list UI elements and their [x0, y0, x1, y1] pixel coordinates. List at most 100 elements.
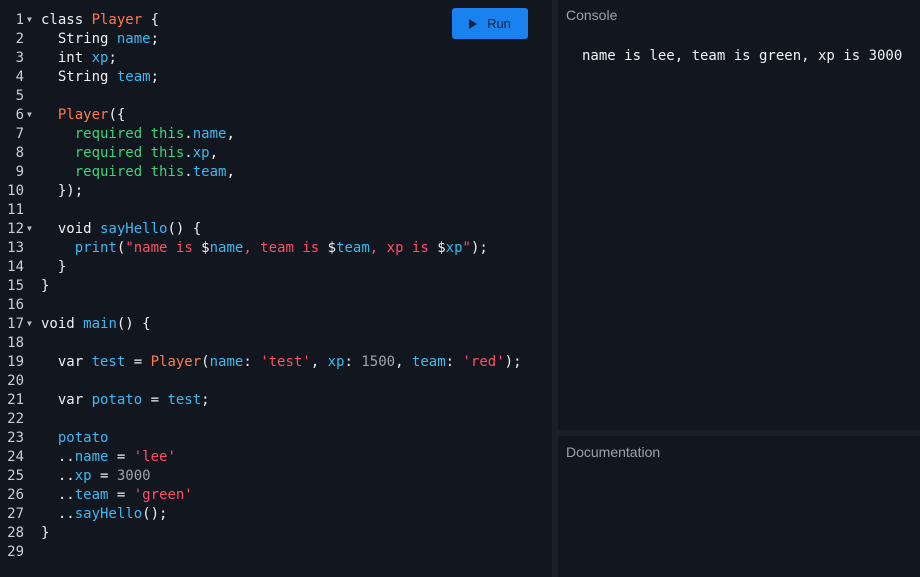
code-line[interactable]: 5	[0, 87, 552, 106]
code-line[interactable]: 18	[0, 334, 552, 353]
code-text: class Player {	[41, 11, 159, 30]
code-line[interactable]: 24 ..name = 'lee'	[0, 448, 552, 467]
code-line[interactable]: 15}	[0, 277, 552, 296]
code-text: }	[41, 524, 49, 543]
code-line[interactable]: 3 int xp;	[0, 49, 552, 68]
code-token: , team is	[243, 240, 328, 256]
code-line[interactable]: 11	[0, 201, 552, 220]
code-token: ..	[41, 468, 75, 484]
code-text: void sayHello() {	[41, 220, 201, 239]
code-text: var potato = test;	[41, 391, 210, 410]
line-number: 21	[7, 392, 24, 408]
code-line[interactable]: 4 String team;	[0, 68, 552, 87]
code-token: ;	[108, 50, 117, 66]
code-line[interactable]: 26 ..team = 'green'	[0, 486, 552, 505]
code-token: {	[142, 12, 160, 28]
code-line[interactable]: 6 ▼ Player({	[0, 106, 552, 125]
line-number: 1	[15, 12, 24, 28]
code-line[interactable]: 28}	[0, 524, 552, 543]
code-token: test	[91, 354, 126, 370]
code-token: main	[83, 316, 117, 332]
code-line[interactable]: 29	[0, 543, 552, 562]
code-token: =	[125, 354, 151, 370]
line-number: 16	[7, 297, 24, 313]
code-token: :	[344, 354, 362, 370]
code-line[interactable]: 20	[0, 372, 552, 391]
code-text: }	[41, 277, 49, 296]
code-token: ({	[108, 107, 126, 123]
fold-arrow-icon[interactable]: ▼	[27, 220, 32, 237]
code-token: (	[201, 354, 210, 370]
code-text: required this.name,	[41, 125, 235, 144]
fold-arrow-icon[interactable]: ▼	[27, 315, 32, 332]
code-token: ;	[150, 31, 160, 47]
code-token: .	[184, 126, 193, 142]
code-editor[interactable]: 1 ▼ class Player {2 String name; 3 int xp; 4…	[0, 0, 552, 577]
code-line[interactable]: 19 var test = Player(name: 'test', xp: 1…	[0, 353, 552, 372]
code-token: :	[243, 354, 261, 370]
code-token: }	[41, 259, 67, 275]
line-number: 5	[15, 88, 24, 104]
code-token: var	[41, 354, 92, 370]
line-number: 14	[7, 259, 24, 275]
code-token: ();	[142, 506, 168, 522]
code-line[interactable]: 8 required this.xp,	[0, 144, 552, 163]
fold-arrow-icon[interactable]: ▼	[27, 11, 32, 28]
line-number: 22	[7, 411, 24, 427]
code-token: =	[108, 449, 134, 465]
code-token: team	[192, 164, 227, 180]
code-token: team	[74, 487, 109, 503]
code-token: print	[74, 240, 117, 256]
code-token: required this	[74, 164, 185, 180]
code-line[interactable]: 9 required this.team,	[0, 163, 552, 182]
code-text: String name;	[41, 30, 159, 49]
code-line[interactable]: 12 ▼ void sayHello() {	[0, 220, 552, 239]
line-number: 17	[7, 316, 24, 332]
code-line[interactable]: 21 var potato = test;	[0, 391, 552, 410]
code-token: 'lee'	[133, 449, 176, 465]
code-token: :	[445, 354, 463, 370]
code-line[interactable]: 25 ..xp = 3000	[0, 467, 552, 486]
code-text: Player({	[41, 106, 125, 125]
code-token: ,	[395, 354, 412, 370]
console-panel: Console name is lee, team is green, xp i…	[558, 0, 920, 430]
code-text: ..sayHello();	[41, 505, 168, 524]
code-line[interactable]: 16	[0, 296, 552, 315]
code-line[interactable]: 7 required this.name,	[0, 125, 552, 144]
code-token: ,	[226, 164, 235, 180]
code-line[interactable]: 27 ..sayHello();	[0, 505, 552, 524]
code-token: name	[116, 31, 151, 47]
code-token: =	[142, 392, 168, 408]
code-token: , xp is	[369, 240, 438, 256]
line-number: 9	[15, 164, 24, 180]
line-number: 20	[7, 373, 24, 389]
code-line[interactable]: 22	[0, 410, 552, 429]
code-token: Player	[150, 354, 202, 370]
code-text: ..team = 'green'	[41, 486, 193, 505]
code-text: ..name = 'lee'	[41, 448, 176, 467]
code-token: String	[41, 69, 117, 85]
line-number: 23	[7, 430, 24, 446]
code-token: $	[437, 240, 446, 256]
code-lines[interactable]: 1 ▼ class Player {2 String name; 3 int xp; 4…	[0, 11, 552, 562]
line-number: 18	[7, 335, 24, 351]
code-line[interactable]: 13 print("name is $name, team is $team, …	[0, 239, 552, 258]
run-button[interactable]: Run	[452, 8, 528, 39]
line-number: 15	[7, 278, 24, 294]
code-token: Player	[57, 107, 109, 123]
fold-arrow-icon[interactable]: ▼	[27, 106, 32, 123]
code-token: =	[91, 468, 117, 484]
code-token: sayHello	[100, 221, 168, 237]
code-text: ..xp = 3000	[41, 467, 151, 486]
line-number: 8	[15, 145, 24, 161]
code-token: team	[116, 69, 151, 85]
code-line[interactable]: 23 potato	[0, 429, 552, 448]
code-line[interactable]: 14 }	[0, 258, 552, 277]
code-line[interactable]: 17 ▼ void main() {	[0, 315, 552, 334]
code-token: });	[41, 183, 84, 199]
code-line[interactable]: 10 });	[0, 182, 552, 201]
